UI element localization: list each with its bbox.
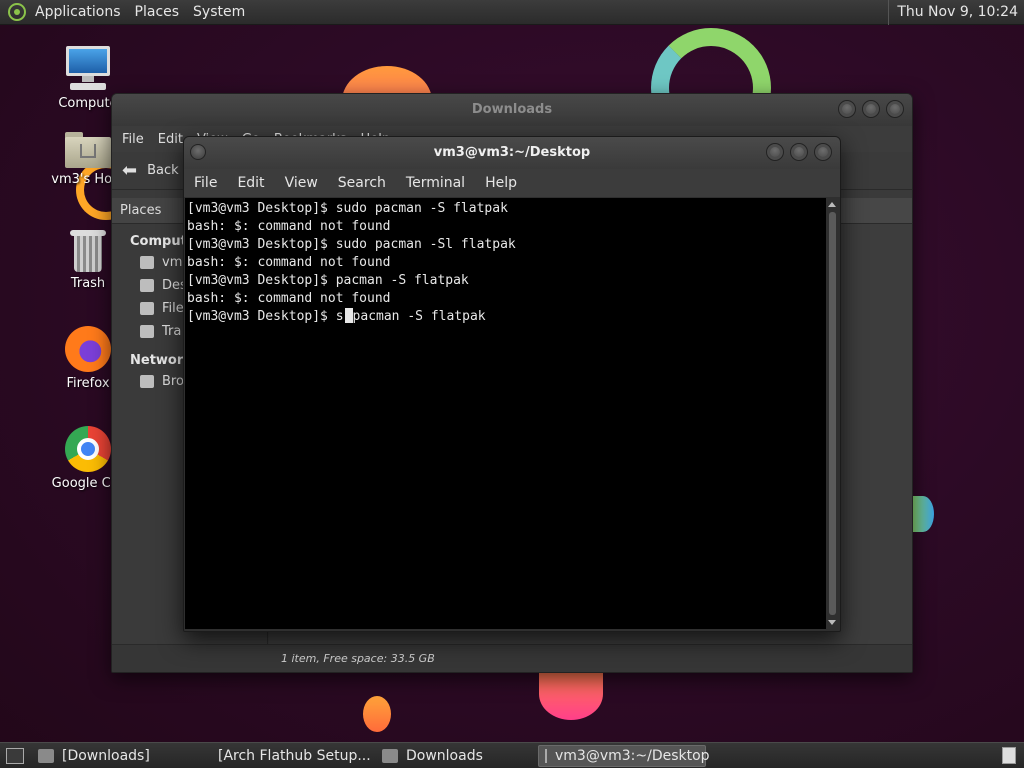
firefox-icon	[65, 326, 111, 372]
bg-small-orange-shape	[363, 696, 391, 732]
terminal-menubar: File Edit View Search Terminal Help	[184, 169, 840, 197]
clock[interactable]: Thu Nov 9, 10:24	[888, 0, 1018, 25]
terminal-line: bash: $: command not found	[187, 291, 391, 306]
bg-teal-shape	[912, 496, 934, 532]
workspace-switcher[interactable]	[1002, 747, 1016, 764]
terminal-line: bash: $: command not found	[187, 219, 391, 234]
scrollbar-thumb[interactable]	[829, 212, 836, 615]
terminal-line: [vm3@vm3 Desktop]$ pacman -S flatpak	[187, 273, 469, 288]
folder-icon	[38, 748, 54, 763]
taskbar-item-label: [Arch Flathub Setup...	[218, 747, 371, 764]
show-desktop-button[interactable]	[6, 747, 24, 764]
drive-icon	[140, 302, 154, 315]
maximize-button[interactable]	[790, 143, 808, 161]
prompt-text: [vm3@vm3 Desktop]$ s	[187, 309, 344, 324]
menu-search[interactable]: Search	[338, 175, 386, 191]
terminal-window: vm3@vm3:~/Desktop File Edit View Search …	[183, 136, 841, 632]
terminal-scrollbar[interactable]	[826, 198, 839, 629]
terminal-line: [vm3@vm3 Desktop]$ sudo pacman -Sl flatp…	[187, 237, 516, 252]
terminal-icon	[545, 748, 547, 763]
taskbar-item-downloads[interactable]: Downloads	[376, 745, 534, 767]
minimize-button[interactable]	[766, 143, 784, 161]
bg-pink-shape	[539, 668, 603, 720]
menu-edit[interactable]: Edit	[237, 175, 264, 191]
menu-view[interactable]: View	[285, 175, 318, 191]
file-manager-titlebar[interactable]: Downloads	[112, 94, 912, 126]
menu-places[interactable]: Places	[133, 4, 188, 20]
desktop-icon	[140, 279, 154, 292]
status-bar-left	[112, 644, 269, 672]
terminal-titlebar[interactable]: vm3@vm3:~/Desktop	[184, 137, 840, 169]
scroll-up-icon[interactable]	[828, 202, 836, 207]
taskbar-item-label: vm3@vm3:~/Desktop	[555, 747, 710, 764]
menu-terminal[interactable]: Terminal	[406, 175, 465, 191]
terminal-line: bash: $: command not found	[187, 255, 391, 270]
trash-icon	[140, 325, 154, 338]
menu-edit[interactable]: Edit	[158, 132, 183, 147]
taskbar-item-label: [Downloads]	[62, 747, 150, 764]
close-button[interactable]	[886, 100, 904, 118]
taskbar-item-label: Downloads	[406, 747, 483, 764]
network-icon	[140, 375, 154, 388]
top-panel: Applications Places System Thu Nov 9, 10…	[0, 0, 1024, 25]
computer-icon	[64, 46, 112, 92]
menu-file[interactable]: File	[122, 132, 144, 147]
terminal-line: [vm3@vm3 Desktop]$ sudo pacman -S flatpa…	[187, 201, 508, 216]
menu-help[interactable]: Help	[485, 175, 517, 191]
home-folder-icon	[65, 128, 111, 168]
minimize-button[interactable]	[838, 100, 856, 118]
close-button[interactable]	[814, 143, 832, 161]
trash-icon	[70, 228, 106, 272]
bottom-taskbar: [Downloads] [Arch Flathub Setup... Downl…	[0, 742, 1024, 768]
menu-file[interactable]: File	[194, 175, 217, 191]
taskbar-item-chrome[interactable]: [Arch Flathub Setup...	[204, 745, 372, 767]
text-cursor	[344, 308, 353, 323]
window-title: vm3@vm3:~/Desktop	[433, 145, 591, 160]
menu-applications[interactable]: Applications	[33, 4, 129, 20]
maximize-button[interactable]	[862, 100, 880, 118]
taskbar-item-downloads-minimized[interactable]: [Downloads]	[32, 745, 200, 767]
scroll-down-icon[interactable]	[828, 620, 836, 625]
input-text: pacman -S flatpak	[352, 309, 486, 324]
window-title: Downloads	[471, 102, 553, 117]
back-button[interactable]: Back	[147, 163, 179, 178]
terminal-output[interactable]: [vm3@vm3 Desktop]$ sudo pacman -S flatpa…	[185, 198, 826, 629]
status-bar: 1 item, Free space: 33.5 GB	[269, 644, 912, 672]
taskbar-item-terminal[interactable]: vm3@vm3:~/Desktop	[538, 744, 710, 767]
chrome-icon	[65, 426, 111, 472]
distro-logo-icon[interactable]	[8, 3, 26, 21]
folder-icon	[382, 748, 398, 763]
terminal-input-line[interactable]: [vm3@vm3 Desktop]$ s pacman -S flatpak	[187, 308, 824, 326]
back-arrow-icon[interactable]: ⬅	[122, 160, 137, 181]
menu-system[interactable]: System	[191, 4, 253, 20]
window-menu-button[interactable]	[190, 144, 206, 160]
home-icon	[140, 256, 154, 269]
